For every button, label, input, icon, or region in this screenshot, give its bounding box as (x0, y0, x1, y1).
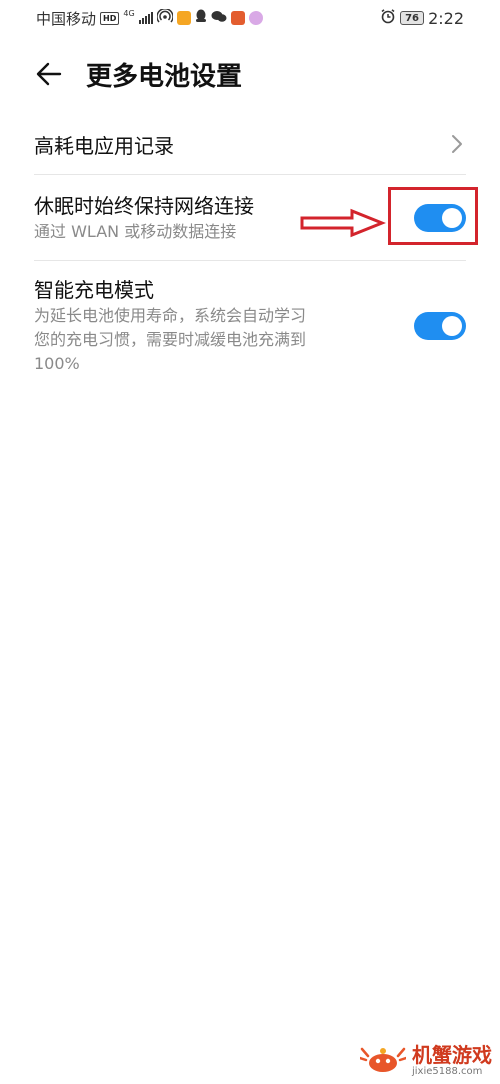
setting-subtitle: 通过 WLAN 或移动数据连接 (34, 222, 237, 241)
qq-icon (195, 9, 207, 27)
network-type-label: 4G (123, 8, 135, 18)
setting-title: 智能充电模式 (34, 278, 154, 302)
status-bar-left: 中国移动 HD 4G (36, 7, 263, 29)
watermark: 机蟹游戏 jixie5188.com (358, 1044, 492, 1078)
status-bar: 中国移动 HD 4G 76 2:22 (0, 0, 500, 36)
setting-subtitle-line-2: 您的充电习惯，需要时减缓电池充满到 (34, 330, 307, 349)
app-icon (230, 11, 245, 25)
wechat-icon (211, 9, 227, 27)
toggle-knob (442, 316, 462, 336)
setting-title: 休眠时始终保持网络连接 (34, 194, 254, 218)
setting-row-text: 高耗电应用记录 (34, 132, 174, 160)
watermark-url: jixie5188.com (412, 1066, 483, 1077)
signal-icon (138, 12, 153, 24)
carrier-label: 中国移动 (36, 9, 97, 28)
header: 更多电池设置 (0, 50, 500, 98)
divider (34, 174, 466, 175)
hotspot-icon (155, 7, 174, 27)
hd-badge: HD (100, 11, 120, 25)
setting-subtitle-line-3: 100% (34, 354, 80, 373)
setting-subtitle-line-1: 为延长电池使用寿命，系统会自动学习 (34, 306, 307, 325)
app-icon (248, 11, 263, 25)
setting-row-text: 智能充电模式 为延长电池使用寿命，系统会自动学习 您的充电习惯，需要时减缓电池充… (34, 276, 374, 376)
crab-logo-icon (358, 1044, 408, 1078)
battery-icon: 76 (400, 11, 425, 25)
setting-title: 高耗电应用记录 (34, 134, 174, 158)
weibo-icon (176, 11, 191, 25)
annotation-highlight-box (388, 187, 478, 245)
setting-row-smart-charging[interactable]: 智能充电模式 为延长电池使用寿命，系统会自动学习 您的充电习惯，需要时减缓电池充… (0, 272, 500, 380)
chevron-right-icon (450, 133, 464, 159)
back-button[interactable] (32, 57, 66, 91)
smart-charging-toggle[interactable] (414, 312, 466, 340)
watermark-title: 机蟹游戏 (412, 1043, 492, 1067)
divider (34, 260, 466, 261)
page-title: 更多电池设置 (86, 61, 243, 92)
setting-row-text: 休眠时始终保持网络连接 通过 WLAN 或移动数据连接 (34, 192, 254, 244)
clock-time: 2:22 (428, 8, 464, 28)
alarm-icon (380, 8, 396, 28)
annotation-arrow-icon (300, 208, 387, 242)
setting-row-high-power-apps[interactable]: 高耗电应用记录 (0, 120, 500, 172)
arrow-left-icon (36, 62, 62, 86)
status-bar-right: 76 2:22 (380, 8, 464, 28)
watermark-text: 机蟹游戏 jixie5188.com (412, 1044, 492, 1078)
